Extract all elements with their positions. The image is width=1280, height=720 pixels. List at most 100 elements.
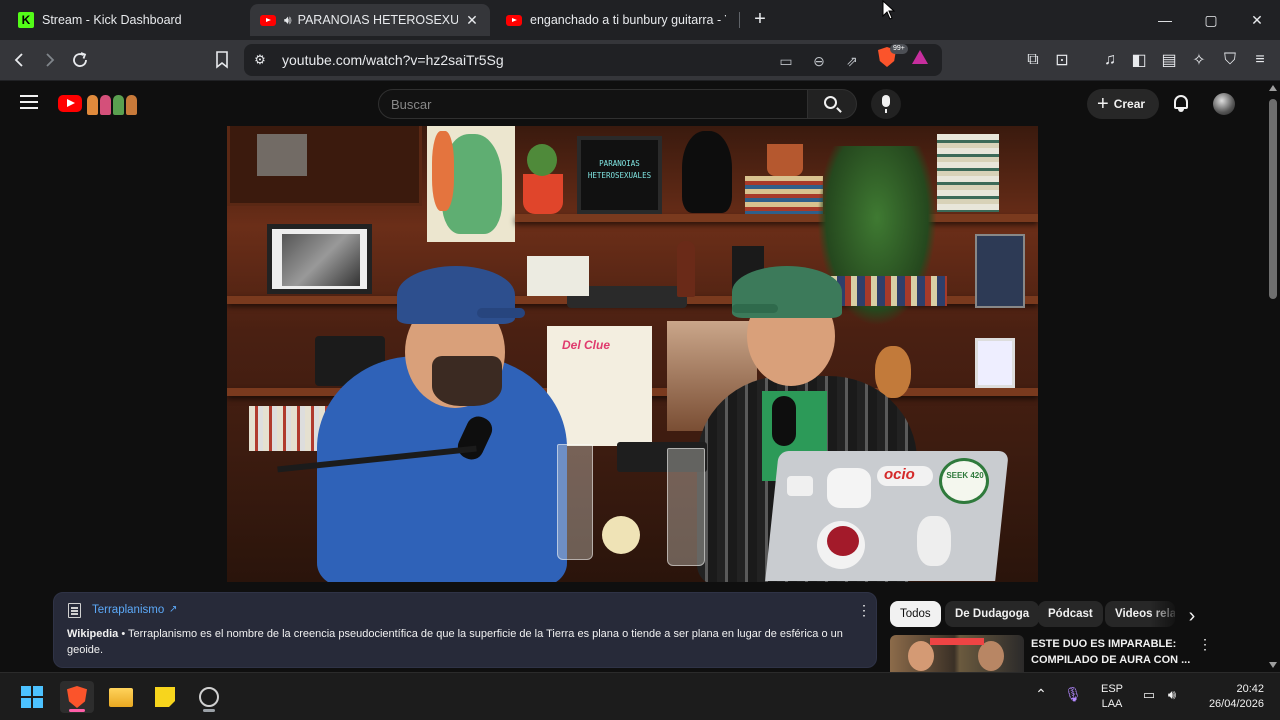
- scroll-thumb[interactable]: [1269, 99, 1277, 299]
- chip-de-dudagoga[interactable]: De Dudagoga: [945, 601, 1040, 627]
- recommendation-title[interactable]: ESTE DUO ES IMPARABLE: COMPILADO DE AURA…: [1031, 636, 1191, 668]
- taskbar-brave[interactable]: [60, 681, 94, 713]
- vase: [875, 346, 911, 398]
- maximize-button[interactable]: ▢: [1188, 0, 1234, 40]
- start-button[interactable]: [15, 681, 49, 713]
- clock-date: 26/04/2026: [1208, 698, 1264, 710]
- scroll-up-arrow-icon[interactable]: [1269, 85, 1277, 91]
- video-player[interactable]: PARANOIAS HETEROSEXUALES Del Clue ocio S…: [227, 126, 1038, 582]
- windows-taskbar: ⌃ 🎙︎ ESP LAA ▭ 🔊︎ 20:42 26/04/2026: [0, 672, 1280, 720]
- screenshot-icon[interactable]: ⊡: [1050, 48, 1074, 72]
- page-scrollbar[interactable]: [1266, 81, 1280, 672]
- reload-icon[interactable]: [68, 48, 92, 72]
- leo-ai-icon[interactable]: ✧: [1187, 48, 1211, 72]
- blue-art-frame: [975, 338, 1015, 388]
- taskbar-sticky-notes[interactable]: [148, 681, 182, 713]
- microphone-icon: [882, 95, 890, 113]
- bookmark-icon[interactable]: [210, 48, 234, 72]
- microphone-tray-icon[interactable]: 🎙︎: [1064, 687, 1082, 702]
- books-stack-right: [937, 134, 999, 212]
- comic-book: [975, 234, 1025, 308]
- youtube-header: + Crear: [0, 81, 1266, 127]
- wallet-icon[interactable]: ▤: [1157, 48, 1181, 72]
- tab-title: PARANOIAS HETEROSEXUALES: [297, 13, 458, 27]
- sticky-notes-icon: [155, 687, 175, 707]
- create-button[interactable]: + Crear: [1087, 89, 1159, 119]
- shields-count-badge: 99+: [890, 44, 908, 54]
- external-link-icon: ↗: [169, 604, 178, 615]
- sticker-red: [827, 526, 859, 556]
- youtube-logo-icon[interactable]: [58, 95, 82, 112]
- plant: [527, 144, 557, 176]
- info-description: Wikipedia • Terraplanismo es el nombre d…: [67, 626, 867, 658]
- brave-browser-icon: [67, 686, 87, 708]
- speaker-icon[interactable]: 🔊︎: [284, 13, 292, 28]
- hamburger-menu-icon[interactable]: [20, 95, 38, 109]
- thumb-face-right: [978, 641, 1004, 671]
- new-tab-button[interactable]: +: [748, 8, 772, 32]
- vpn-icon[interactable]: ⛉: [1218, 48, 1242, 72]
- close-tab-icon[interactable]: ✕: [464, 12, 480, 28]
- create-label: Crear: [1113, 97, 1146, 111]
- search-button[interactable]: [807, 89, 857, 119]
- language-indicator[interactable]: ESP LAA: [1096, 682, 1128, 712]
- chevron-up-icon[interactable]: ⌃: [1032, 687, 1050, 702]
- sticker-seek: [939, 458, 989, 504]
- address-bar[interactable]: ⚙︎ youtube.com/watch?v=hz2saiTr5Sg ▭ ⊖ ⇗: [244, 44, 942, 76]
- share-icon[interactable]: ⇗: [842, 51, 862, 71]
- search-input[interactable]: [391, 90, 791, 118]
- search-icon: [824, 96, 837, 109]
- clock-time: 20:42: [1236, 683, 1264, 695]
- url-text[interactable]: youtube.com/watch?v=hz2saiTr5Sg: [282, 52, 504, 68]
- account-avatar[interactable]: [1213, 93, 1235, 115]
- youtube-doodle-icon[interactable]: [87, 93, 139, 115]
- more-options-icon[interactable]: ⋮: [857, 601, 871, 619]
- article-icon: [68, 603, 81, 618]
- info-separator: •: [121, 628, 126, 640]
- info-title-link[interactable]: Terraplanismo: [92, 604, 164, 616]
- recommendation-thumbnail[interactable]: [890, 635, 1024, 673]
- del-clue-text: Del Clue: [562, 338, 611, 352]
- network-icon[interactable]: ▭: [1140, 687, 1158, 702]
- browser-tabstrip: K Stream - Kick Dashboard 🔊︎ PARANOIAS H…: [0, 0, 1280, 40]
- menu-icon[interactable]: ≡: [1248, 48, 1272, 72]
- forward-icon[interactable]: [37, 48, 61, 72]
- media-icon[interactable]: ♫: [1098, 48, 1122, 72]
- obs-icon: [199, 687, 219, 707]
- brave-rewards-icon[interactable]: [912, 50, 928, 64]
- chip-podcast[interactable]: Pódcast: [1038, 601, 1103, 627]
- tab-title: Stream - Kick Dashboard: [42, 13, 182, 27]
- kick-icon: K: [18, 12, 34, 28]
- taskbar-app[interactable]: [192, 681, 226, 713]
- back-icon[interactable]: [8, 48, 32, 72]
- more-options-icon[interactable]: ⋮: [1198, 636, 1212, 654]
- site-settings-icon[interactable]: ⚙︎: [252, 52, 268, 68]
- zoom-icon[interactable]: ⊖: [809, 51, 829, 71]
- tab-paranoias[interactable]: 🔊︎ PARANOIAS HETEROSEXUALES ✕: [250, 4, 490, 36]
- cap-brim: [477, 308, 525, 318]
- notifications-bell-icon[interactable]: [1172, 94, 1190, 112]
- windows-logo-icon: [21, 686, 43, 708]
- tab-enganchado[interactable]: enganchado a ti bunbury guitarra - Yo: [496, 4, 736, 36]
- extensions-icon[interactable]: ⧉: [1021, 48, 1045, 72]
- volume-icon[interactable]: 🔊︎: [1163, 687, 1181, 702]
- thumb-face-left: [908, 641, 934, 671]
- microphone-right: [772, 396, 796, 446]
- language-code: ESP: [1100, 683, 1123, 695]
- sidebar-icon[interactable]: ◧: [1127, 48, 1151, 72]
- cast-icon[interactable]: ▭: [776, 51, 796, 71]
- minimize-button[interactable]: —: [1142, 0, 1188, 40]
- close-window-button[interactable]: ✕: [1234, 0, 1280, 40]
- chip-fade: [1150, 601, 1180, 627]
- artwork-card: [527, 256, 589, 296]
- tab-title: enganchado a ti bunbury guitarra - Yo: [530, 13, 726, 27]
- chip-todos[interactable]: Todos: [890, 601, 941, 627]
- chevron-right-icon[interactable]: ›: [1180, 604, 1204, 628]
- tab-separator: [739, 12, 740, 28]
- voice-search-button[interactable]: [871, 89, 901, 119]
- scroll-down-arrow-icon[interactable]: [1269, 662, 1277, 668]
- search-box[interactable]: [378, 89, 808, 119]
- tab-kick-dashboard[interactable]: K Stream - Kick Dashboard: [8, 4, 248, 36]
- taskbar-file-explorer[interactable]: [104, 681, 138, 713]
- clock[interactable]: 20:42 26/04/2026: [1194, 682, 1264, 712]
